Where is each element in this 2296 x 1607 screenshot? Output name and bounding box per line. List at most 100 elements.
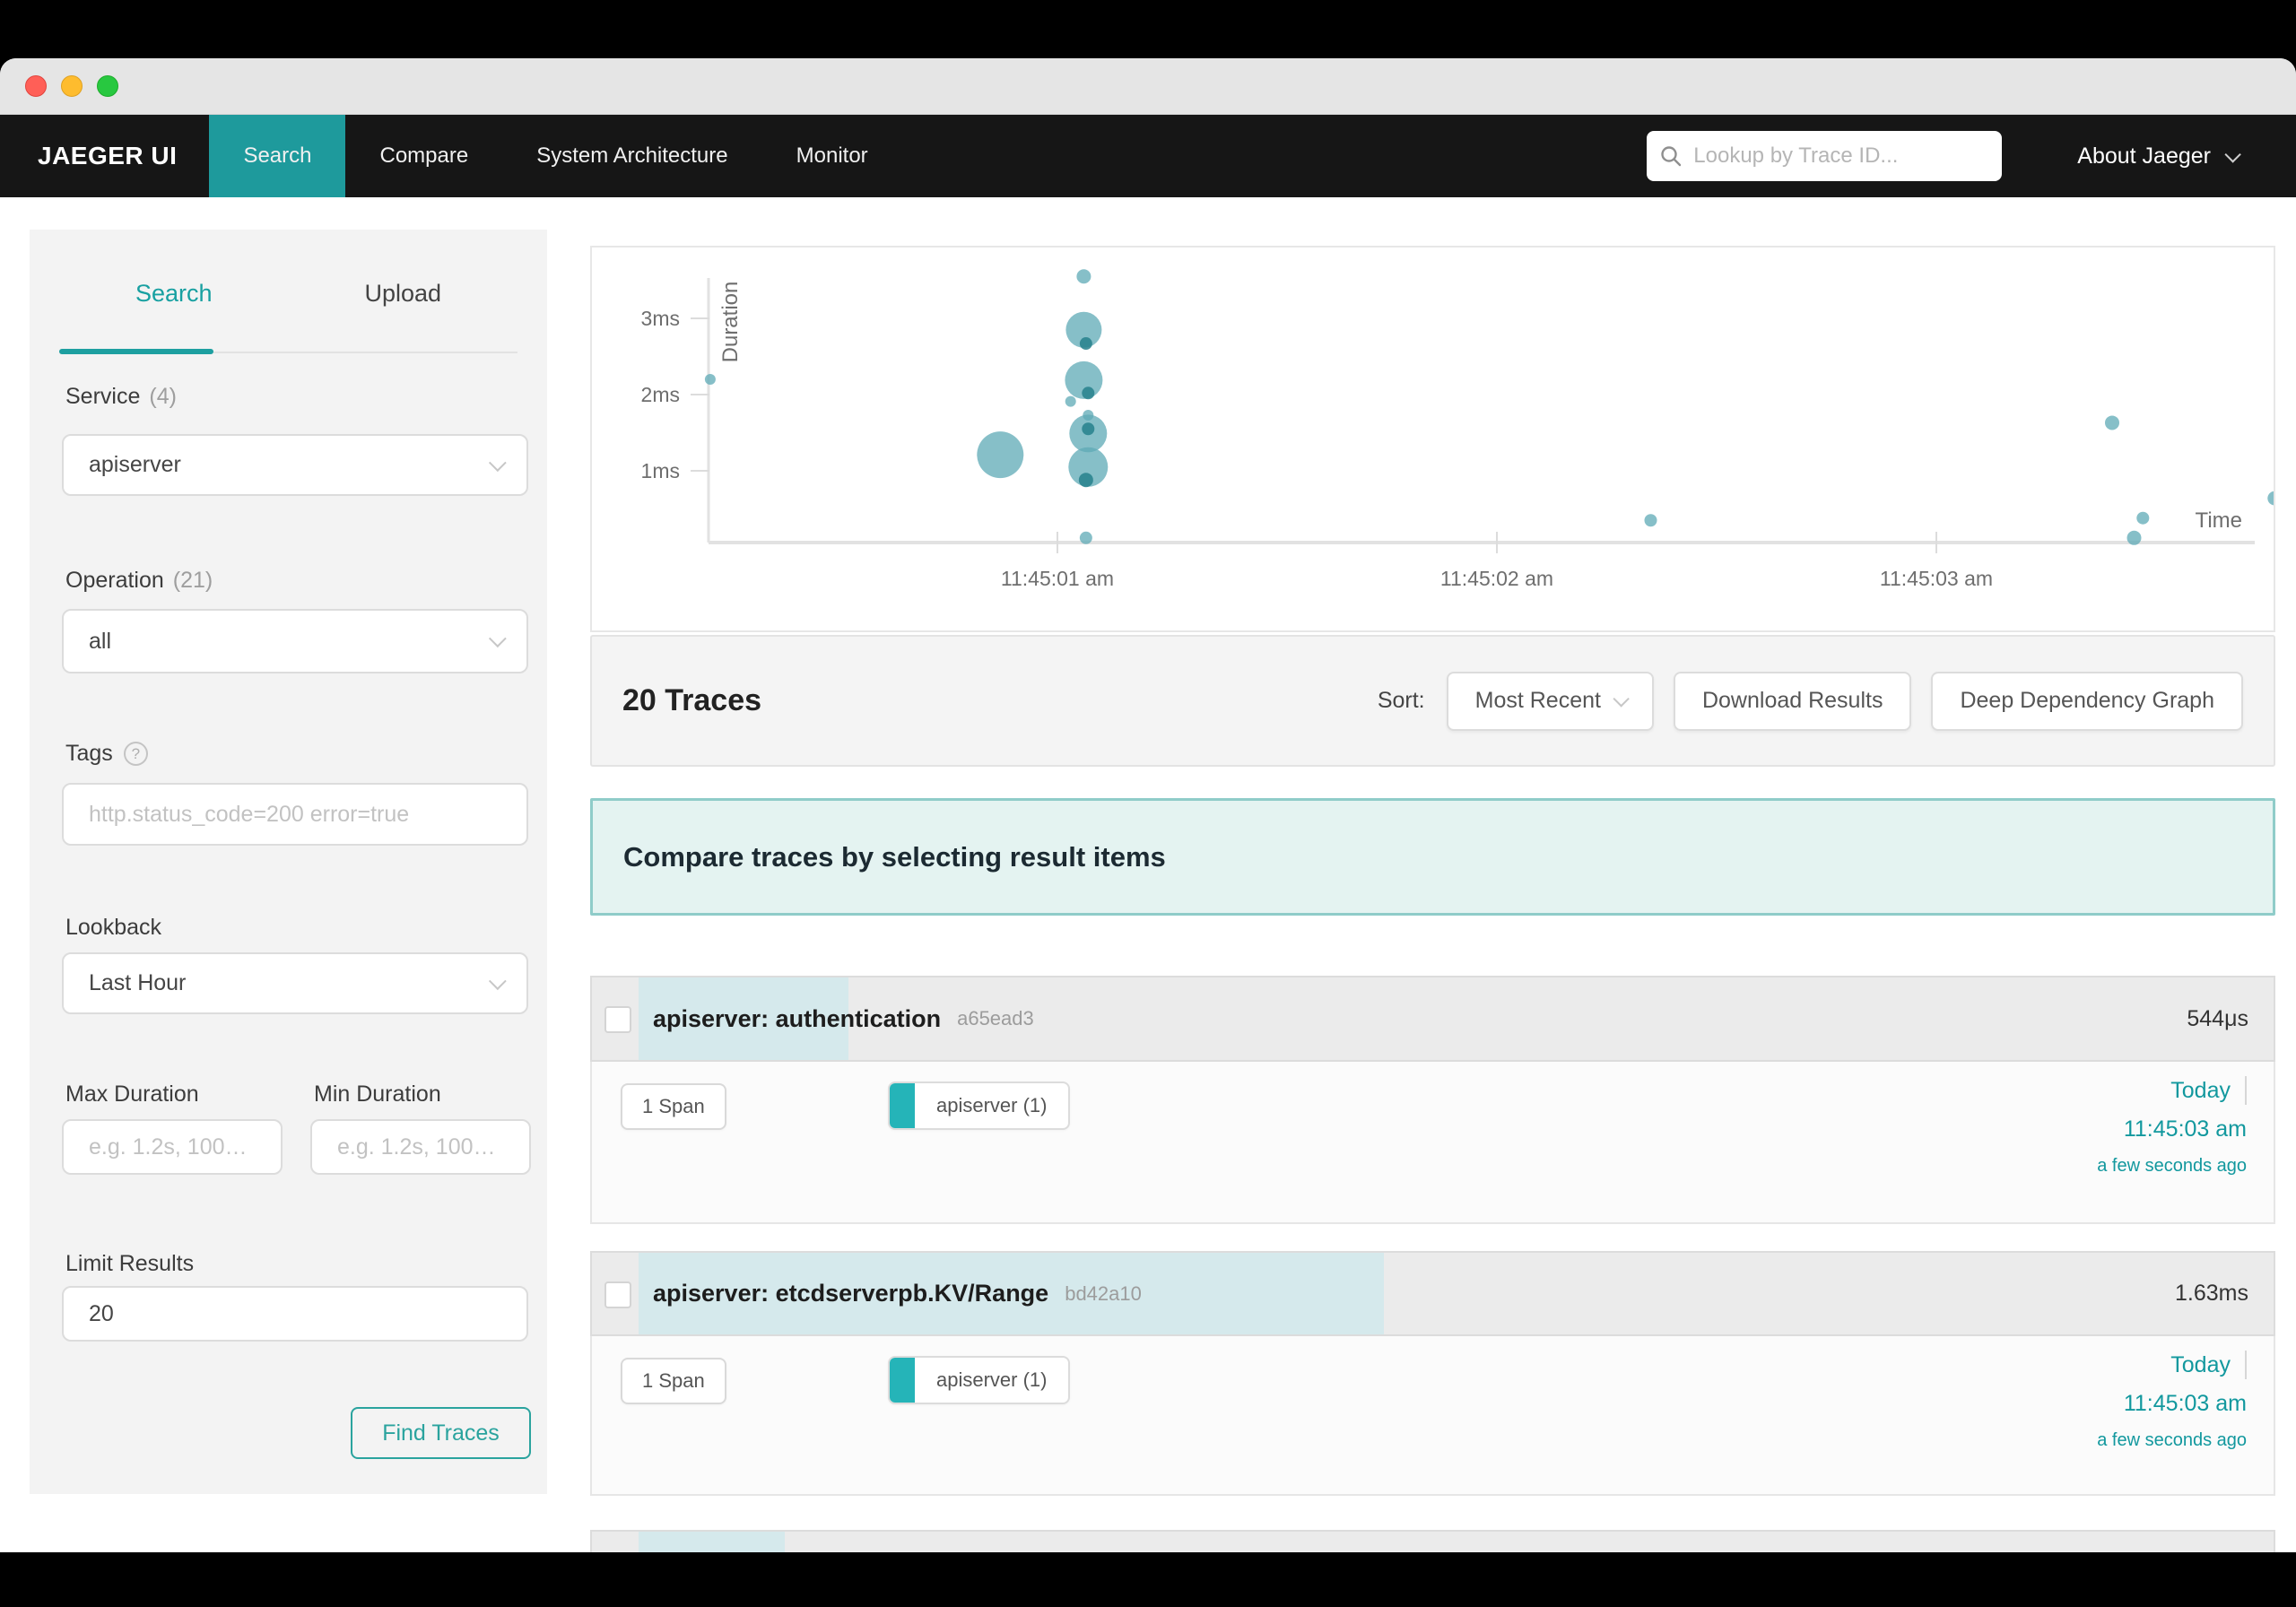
service-color-swatch [890,1358,915,1403]
tab-search[interactable]: Search [59,280,289,308]
chevron-down-icon [488,453,507,472]
svg-text:3ms: 3ms [641,307,680,330]
lookback-select[interactable]: Last Hour [62,952,528,1014]
service-tag: apiserver (1) [888,1081,1071,1130]
service-color-swatch [890,1083,915,1128]
sort-select[interactable]: Most Recent [1446,671,1654,731]
app-window: JAEGER UI Search Compare System Architec… [0,58,2296,1607]
compare-banner-text: Compare traces by selecting result items [623,840,1166,873]
svg-text:1ms: 1ms [641,459,680,482]
trace-duration: 1.63ms [2175,1281,2248,1306]
svg-text:2ms: 2ms [641,383,680,406]
trace-card-body[interactable]: 1 Span apiserver (1) Today 11:45:03 am a… [590,1336,2275,1496]
trace-point[interactable] [1079,531,1092,544]
limit-results-field [62,1286,528,1342]
letterbox-bar [0,1552,2296,1607]
trace-point[interactable] [977,431,1024,479]
duration-scatter-panel: 1ms 2ms 3ms 11:45:01 am 11:45:02 am 11:45:03 … [590,246,2275,632]
operation-select[interactable]: all [62,609,528,673]
span-count-pill: 1 Span [621,1083,726,1130]
nav-item-search[interactable]: Search [209,115,346,197]
macos-titlebar [0,58,2296,115]
chevron-down-icon [2224,145,2241,163]
trace-card-header[interactable]: apiserver: etcdserverpb.KV/Range bd42a10… [590,1251,2275,1336]
search-sidebar: Search Upload Service (4) apiserver Opera… [30,230,547,1494]
operation-label: Operation (21) [65,568,213,593]
trace-id-search-input[interactable] [1693,143,1990,169]
svg-text:11:45:03 am: 11:45:03 am [1880,567,1993,590]
trace-point[interactable] [704,374,716,385]
lookback-label: Lookback [65,915,162,940]
trace-point[interactable] [1082,422,1095,436]
max-duration-input[interactable] [89,1134,256,1160]
min-duration-label: Min Duration [314,1081,441,1107]
trace-point[interactable] [2126,530,2142,545]
trace-title: apiserver: authentication a65ead3 [653,1004,1034,1032]
trace-point[interactable] [2267,491,2274,506]
limit-results-input[interactable] [89,1300,501,1327]
minimize-window-icon[interactable] [61,75,83,97]
service-select[interactable]: apiserver [62,434,528,496]
sort-select-value: Most Recent [1474,688,1601,713]
trace-id-search-box[interactable] [1647,131,2003,181]
active-tab-indicator [59,349,213,354]
nav-item-compare[interactable]: Compare [345,115,502,197]
divider [2245,1076,2247,1105]
trace-point[interactable] [2136,511,2150,525]
trace-title: apiserver: etcdserverpb.KV/Range bd42a10 [653,1280,1142,1307]
nav-item-system-architecture[interactable]: System Architecture [502,115,761,197]
tags-label: Tags ? [65,741,148,767]
chevron-down-icon [488,630,507,648]
trace-point[interactable] [1644,514,1657,527]
trace-id: bd42a10 [1065,1281,1142,1305]
top-nav: JAEGER UI Search Compare System Architec… [0,115,2296,197]
tab-upload[interactable]: Upload [289,280,518,308]
deep-dependency-graph-button[interactable]: Deep Dependency Graph [1931,671,2243,731]
trace-card-header[interactable]: apiserver: authentication a65ead3 544μs [590,976,2275,1062]
help-icon[interactable]: ? [123,742,148,766]
trace-id: a65ead3 [957,1007,1034,1029]
trace-select-checkbox[interactable] [604,1281,631,1308]
trace-select-checkbox[interactable] [604,1006,631,1033]
svg-text:11:45:01 am: 11:45:01 am [1001,567,1114,590]
jaeger-logo[interactable]: JAEGER UI [38,142,177,170]
tags-input[interactable] [89,801,501,828]
service-tag: apiserver (1) [888,1356,1071,1404]
trace-point[interactable] [1078,473,1093,488]
results-toolbar: 20 Traces Sort: Most Recent Download Res… [590,635,2275,767]
trace-card-body[interactable]: 1 Span apiserver (1) Today 11:45:03 am a… [590,1062,2275,1224]
trace-point[interactable] [1082,387,1095,400]
lookback-select-value: Last Hour [89,970,187,995]
download-results-button[interactable]: Download Results [1673,671,1912,731]
span-count-pill: 1 Span [621,1358,726,1404]
service-select-value: apiserver [89,452,181,477]
chevron-down-icon [488,971,507,990]
search-icon [1661,146,1682,167]
trace-point[interactable] [1065,395,1076,407]
min-duration-input[interactable] [337,1134,504,1160]
max-duration-label: Max Duration [65,1081,199,1107]
min-duration-field [310,1119,531,1175]
about-jaeger-label: About Jaeger [2077,143,2211,169]
compare-banner: Compare traces by selecting result items [590,798,2275,916]
duration-scatter-plot[interactable]: 1ms 2ms 3ms 11:45:01 am 11:45:02 am 11:45:03 … [592,248,2274,630]
tags-field [62,783,528,846]
trace-duration: 544μs [2187,1005,2248,1031]
divider [2245,1351,2247,1379]
zoom-window-icon[interactable] [97,75,118,97]
max-duration-field [62,1119,283,1175]
svg-text:11:45:02 am: 11:45:02 am [1440,567,1553,590]
about-jaeger-menu[interactable]: About Jaeger [2077,143,2241,169]
sidebar-tabs: Search Upload [59,280,517,308]
trace-point[interactable] [2105,415,2119,430]
svg-text:Duration: Duration [718,282,743,363]
chevron-down-icon [1613,691,1630,708]
close-window-icon[interactable] [25,75,47,97]
find-traces-button[interactable]: Find Traces [351,1407,531,1459]
trace-timestamp: Today 11:45:03 am a few seconds ago [2097,1351,2247,1450]
sort-label: Sort: [1377,688,1425,713]
limit-results-label: Limit Results [65,1251,195,1276]
trace-point[interactable] [1079,337,1092,351]
nav-item-monitor[interactable]: Monitor [762,115,902,197]
trace-point[interactable] [1076,269,1091,284]
